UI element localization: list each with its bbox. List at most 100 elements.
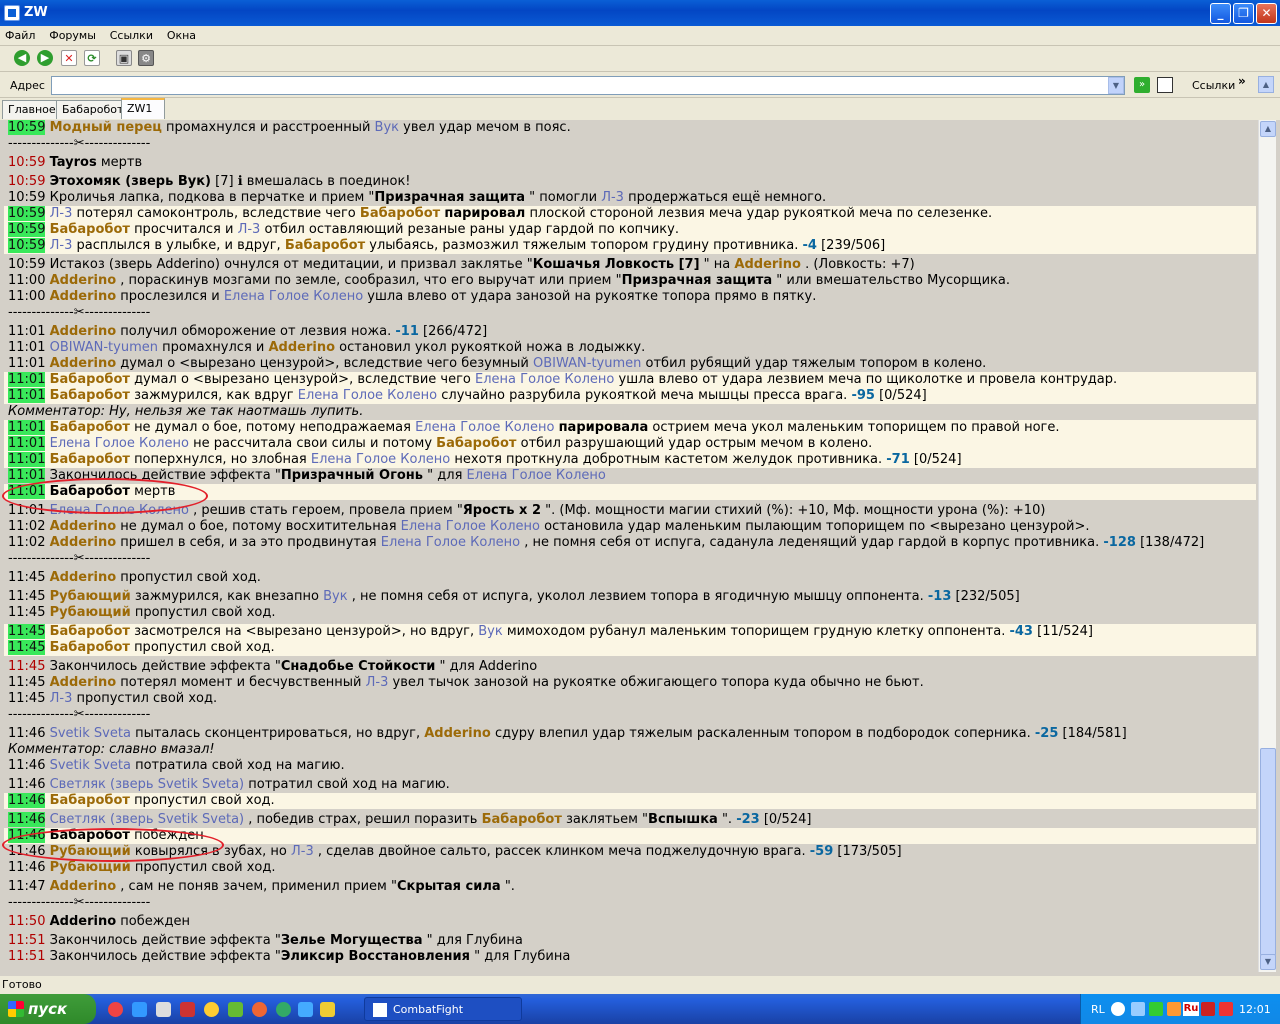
- tray-lang-label[interactable]: Ru: [1183, 1002, 1199, 1016]
- globe-icon[interactable]: [276, 1002, 291, 1017]
- opponent-name-link[interactable]: Елена Голое Колено: [475, 372, 614, 387]
- player-name-link[interactable]: Adderino: [50, 519, 117, 534]
- opponent-name-link[interactable]: Л-3: [50, 206, 73, 221]
- window-icon[interactable]: [1157, 77, 1173, 93]
- player-name-link[interactable]: Бабаробот: [50, 624, 130, 639]
- opponent-name-link[interactable]: Елена Голое Колено: [50, 436, 189, 451]
- menu-file[interactable]: Файл: [0, 26, 40, 42]
- opponent-name-link[interactable]: Svetik Sveta: [50, 726, 131, 741]
- stop-icon[interactable]: ✕: [61, 50, 77, 66]
- chevron-down-icon[interactable]: ▼: [1108, 77, 1124, 94]
- player-name-link[interactable]: Модный перец: [50, 120, 162, 135]
- player-name-link[interactable]: Бабаробот: [50, 640, 130, 655]
- tray-antivirus-icon[interactable]: [1201, 1002, 1215, 1016]
- player-name-link[interactable]: Бабаробот: [285, 238, 365, 253]
- tray-app-icon[interactable]: [1149, 1002, 1163, 1016]
- taskbar-app-combatfight[interactable]: CombatFight: [364, 997, 522, 1021]
- folder-icon[interactable]: [320, 1002, 335, 1017]
- player-name-link[interactable]: Бабаробот: [50, 388, 130, 403]
- mail-icon[interactable]: [252, 1002, 267, 1017]
- opponent-name-link[interactable]: Л-3: [291, 844, 314, 859]
- tab-main[interactable]: Главное: [2, 100, 62, 119]
- opponent-name-link[interactable]: Л-3: [601, 190, 624, 205]
- menu-links[interactable]: Ссылки: [105, 26, 158, 42]
- opponent-name-link[interactable]: Елена Голое Колено: [381, 535, 520, 550]
- player-name-link[interactable]: Бабаробот: [50, 420, 130, 435]
- tab-babarobot[interactable]: Бабаробот: [56, 100, 130, 119]
- opponent-name-link[interactable]: Елена Голое Колено: [224, 289, 363, 304]
- address-input[interactable]: [51, 76, 1125, 95]
- media-icon[interactable]: [204, 1002, 219, 1017]
- tab-zw1[interactable]: ZW1: [121, 98, 165, 119]
- menu-forums[interactable]: Форумы: [44, 26, 101, 42]
- opponent-name-link[interactable]: Вук: [375, 120, 399, 135]
- opponent-name-link[interactable]: Елена Голое Колено: [298, 388, 437, 403]
- player-name-link[interactable]: Adderino: [50, 570, 117, 585]
- opponent-name-link[interactable]: Елена Голое Колено: [467, 468, 606, 483]
- links-label[interactable]: Ссылки: [1192, 79, 1235, 92]
- player-name-link[interactable]: Adderino: [50, 289, 117, 304]
- player-name-link[interactable]: Бабаробот: [482, 812, 562, 827]
- opponent-name-link[interactable]: Светляк (зверь Svetik Sveta): [50, 812, 245, 827]
- go-icon[interactable]: »: [1134, 77, 1150, 93]
- back-icon[interactable]: ◀: [14, 50, 30, 66]
- player-name-link[interactable]: Adderino: [734, 257, 801, 272]
- tray-icon[interactable]: [1167, 1002, 1181, 1016]
- player-name-link[interactable]: Бабаробот: [50, 372, 130, 387]
- print-icon[interactable]: ▣: [116, 50, 132, 66]
- opponent-name-link[interactable]: Елена Голое Колено: [311, 452, 450, 467]
- player-name-link[interactable]: Adderino: [50, 535, 117, 550]
- opponent-name-link[interactable]: Вук: [478, 624, 502, 639]
- scroll-up-icon[interactable]: ▲: [1260, 121, 1276, 137]
- player-name-link[interactable]: Бабаробот: [436, 436, 516, 451]
- opponent-name-link[interactable]: Svetik Sveta: [50, 758, 131, 773]
- player-name-link[interactable]: Adderino: [50, 273, 117, 288]
- player-name-link[interactable]: Adderino: [50, 675, 117, 690]
- player-name-link[interactable]: Adderino: [50, 879, 117, 894]
- tray-network-icon[interactable]: [1131, 1002, 1145, 1016]
- opponent-name-link[interactable]: OBIWAN-tyumen: [533, 356, 641, 371]
- player-name-link[interactable]: Бабаробот: [50, 793, 130, 808]
- scroll-down-icon[interactable]: ▼: [1260, 954, 1276, 970]
- player-name-link[interactable]: Рубающий: [50, 605, 131, 620]
- opponent-name-link[interactable]: Л-3: [50, 691, 73, 706]
- settings-icon[interactable]: ⚙: [138, 50, 154, 66]
- tool-icon[interactable]: [228, 1002, 243, 1017]
- player-name-link[interactable]: Adderino: [424, 726, 491, 741]
- forward-icon[interactable]: ▶: [37, 50, 53, 66]
- tray-icon[interactable]: [1219, 1002, 1233, 1016]
- close-button[interactable]: ✕: [1256, 3, 1277, 24]
- menu-windows[interactable]: Окна: [162, 26, 201, 42]
- minimize-button[interactable]: _: [1210, 3, 1231, 24]
- start-button[interactable]: пуск: [0, 994, 96, 1024]
- opponent-name-link[interactable]: Л-3: [50, 238, 73, 253]
- browser-icon[interactable]: [108, 1002, 123, 1017]
- scroll-thumb[interactable]: [1260, 748, 1276, 956]
- player-name-link[interactable]: Бабаробот: [50, 222, 130, 237]
- opponent-name-link[interactable]: Светляк (зверь Svetik Sveta): [50, 777, 245, 792]
- player-name-link[interactable]: Рубающий: [50, 589, 131, 604]
- tray-arrow-icon[interactable]: [1111, 1002, 1125, 1016]
- opponent-name-link[interactable]: Елена Голое Колено: [415, 420, 554, 435]
- player-name-link[interactable]: Adderino: [50, 324, 117, 339]
- maximize-button[interactable]: ❐: [1233, 3, 1254, 24]
- refresh-icon[interactable]: ⟳: [84, 50, 100, 66]
- opponent-name-link[interactable]: OBIWAN-tyumen: [50, 340, 158, 355]
- more-links-icon[interactable]: »: [1238, 74, 1246, 88]
- player-name-link[interactable]: Adderino: [50, 356, 117, 371]
- player-name-link[interactable]: Рубающий: [50, 860, 131, 875]
- network-icon[interactable]: [156, 1002, 171, 1017]
- search-icon[interactable]: [132, 1002, 147, 1017]
- opponent-name-link[interactable]: Елена Голое Колено: [401, 519, 540, 534]
- title-bar[interactable]: ZW _ ❐ ✕: [0, 0, 1280, 26]
- ie-icon[interactable]: [298, 1002, 313, 1017]
- vertical-scrollbar[interactable]: ▲ ▼: [1258, 120, 1276, 972]
- language-indicator[interactable]: RL: [1091, 1003, 1105, 1016]
- opponent-name-link[interactable]: Вук: [323, 589, 347, 604]
- scroll-up-icon[interactable]: ▲: [1258, 76, 1274, 93]
- player-name-link[interactable]: Бабаробот: [360, 206, 440, 221]
- app-icon[interactable]: [180, 1002, 195, 1017]
- player-name-link[interactable]: Бабаробот: [50, 452, 130, 467]
- opponent-name-link[interactable]: Л-3: [366, 675, 389, 690]
- opponent-name-link[interactable]: Л-3: [238, 222, 261, 237]
